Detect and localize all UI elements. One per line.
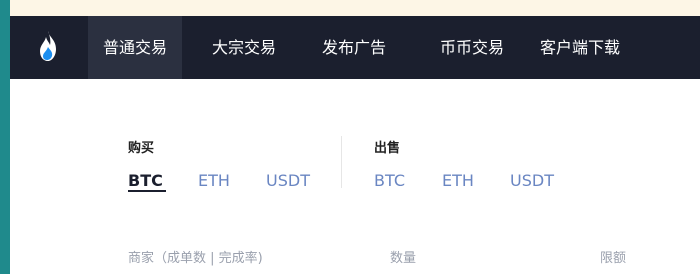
left-window-edge xyxy=(0,0,10,274)
column-header-merchant: 商家（成单数 | 完成率) xyxy=(128,251,263,266)
buy-tab-btc[interactable]: BTC xyxy=(128,171,163,190)
sell-tab-eth[interactable]: ETH xyxy=(442,171,474,190)
main-content: 购买 BTC ETH USDT 出售 BTC ETH USDT 商家（成单数 |… xyxy=(10,79,700,274)
flame-logo-icon[interactable] xyxy=(36,30,60,62)
sell-tab-usdt[interactable]: USDT xyxy=(510,171,554,190)
sell-section-title: 出售 xyxy=(374,141,401,156)
active-tab-underline xyxy=(128,190,166,192)
nav-ordinary-trade[interactable]: 普通交易 xyxy=(88,16,182,79)
buy-sell-divider xyxy=(341,136,342,188)
sell-tab-btc[interactable]: BTC xyxy=(374,171,405,190)
top-banner xyxy=(10,0,700,16)
top-navbar: 普通交易 大宗交易 发布广告 币币交易 客户端下载 xyxy=(10,16,700,79)
buy-tab-eth[interactable]: ETH xyxy=(198,171,230,190)
column-header-quantity: 数量 xyxy=(390,251,417,266)
nav-post-ad[interactable]: 发布广告 xyxy=(308,16,400,79)
column-header-limit: 限额 xyxy=(600,251,627,266)
nav-coin-trade[interactable]: 币币交易 xyxy=(426,16,518,79)
buy-section-title: 购买 xyxy=(128,141,155,156)
buy-tab-usdt[interactable]: USDT xyxy=(266,171,310,190)
nav-client-download[interactable]: 客户端下载 xyxy=(526,16,634,79)
nav-block-trade[interactable]: 大宗交易 xyxy=(198,16,290,79)
